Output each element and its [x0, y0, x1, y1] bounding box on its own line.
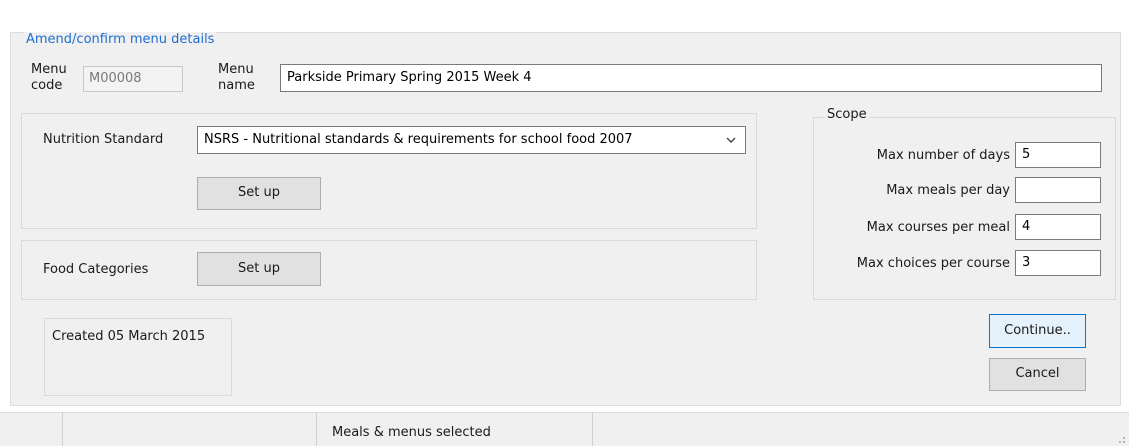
- nutrition-setup-button[interactable]: Set up: [197, 177, 321, 210]
- max-meals-label: Max meals per day: [886, 183, 1010, 198]
- scope-title: Scope: [825, 107, 869, 122]
- dialog-title: Amend/confirm menu details: [24, 32, 217, 47]
- menu-name-label-line2: name: [218, 78, 255, 93]
- nutrition-standard-select[interactable]: NSRS - Nutritional standards & requireme…: [197, 126, 746, 154]
- max-days-input[interactable]: 5: [1015, 142, 1101, 168]
- menu-code-label-line1: Menu: [31, 62, 67, 77]
- status-separator: [62, 412, 63, 446]
- food-categories-label: Food Categories: [43, 262, 149, 277]
- status-separator: [592, 412, 593, 446]
- menu-name-label: Menu name: [218, 62, 255, 94]
- resize-grip-icon[interactable]: [1114, 432, 1126, 444]
- max-choices-label: Max choices per course: [856, 256, 1010, 271]
- menu-code-label-line2: code: [31, 78, 63, 93]
- max-days-label: Max number of days: [876, 148, 1010, 163]
- menu-name-label-line1: Menu: [218, 62, 254, 77]
- max-courses-input[interactable]: 4: [1015, 214, 1101, 240]
- chevron-down-icon: [726, 137, 736, 143]
- menu-code-label: Menu code: [31, 62, 67, 94]
- max-meals-input[interactable]: [1015, 177, 1101, 203]
- menu-name-input[interactable]: Parkside Primary Spring 2015 Week 4: [280, 64, 1102, 92]
- max-courses-label: Max courses per meal: [866, 220, 1010, 235]
- nutrition-standard-value: NSRS - Nutritional standards & requireme…: [204, 132, 633, 147]
- status-bar: [0, 412, 1129, 446]
- nutrition-standard-label: Nutrition Standard: [43, 132, 164, 147]
- status-separator: [316, 412, 317, 446]
- created-date-text: Created 05 March 2015: [52, 329, 206, 344]
- status-text: Meals & menus selected: [332, 425, 491, 440]
- max-choices-input[interactable]: 3: [1015, 250, 1101, 276]
- cancel-button[interactable]: Cancel: [989, 358, 1086, 391]
- food-categories-setup-button[interactable]: Set up: [197, 252, 321, 286]
- menu-code-field: M00008: [83, 66, 183, 92]
- continue-button[interactable]: Continue..: [989, 314, 1086, 348]
